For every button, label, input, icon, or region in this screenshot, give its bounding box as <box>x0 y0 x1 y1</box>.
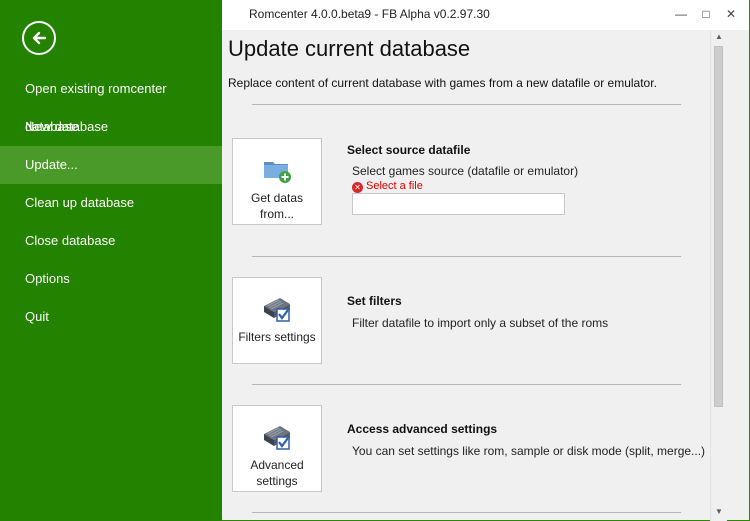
back-arrow-icon <box>32 31 47 45</box>
source-section-title: Select source datafile <box>347 143 471 157</box>
sidebar-item-close-database[interactable]: Close database <box>0 222 222 260</box>
sidebar-item-clean-up[interactable]: Clean up database <box>0 184 222 222</box>
filters-section-description: Filter datafile to import only a subset … <box>352 316 609 330</box>
maximize-button[interactable]: □ <box>695 4 717 24</box>
vertical-scrollbar[interactable]: ▲ ▼ <box>710 30 727 521</box>
advanced-section-description: You can set settings like rom, sample or… <box>352 444 706 458</box>
advanced-section-title: Access advanced settings <box>347 422 498 436</box>
advanced-settings-label: Advanced settings <box>250 458 304 488</box>
sidebar-item-quit[interactable]: Quit <box>0 298 222 336</box>
window-title: Romcenter 4.0.0.beta9 - FB Alpha v0.2.97… <box>249 7 490 21</box>
sidebar-item-open-database[interactable]: Open existing romcenter database <box>0 70 222 134</box>
sidebar-item-new-database[interactable]: New database <box>0 108 222 146</box>
source-section-description: Select games source (datafile or emulato… <box>352 164 579 178</box>
sidebar: Open existing romcenter database New dat… <box>0 0 222 521</box>
source-file-input[interactable] <box>352 193 565 215</box>
get-datas-button[interactable]: Get datas from... <box>232 138 322 225</box>
divider <box>252 256 681 257</box>
main-content: Update current database Replace content … <box>222 30 710 521</box>
sidebar-item-options[interactable]: Options <box>0 260 222 298</box>
advanced-settings-button[interactable]: Advanced settings <box>232 405 322 492</box>
error-icon: ✕ <box>352 182 363 193</box>
source-error-text: Select a file <box>366 180 423 192</box>
page-title: Update current database <box>228 36 471 61</box>
filters-section-title: Set filters <box>347 294 402 308</box>
drive-check-icon <box>264 426 290 450</box>
back-button[interactable] <box>22 21 56 55</box>
filters-settings-label: Filters settings <box>238 330 316 344</box>
drive-check-icon <box>264 298 290 322</box>
close-button[interactable]: ✕ <box>720 4 742 24</box>
sidebar-nav: Open existing romcenter database New dat… <box>0 70 222 336</box>
page-description: Replace content of current database with… <box>228 76 657 90</box>
source-error: ✕ Select a file <box>352 180 423 193</box>
get-datas-label: Get datas from... <box>250 191 304 221</box>
scroll-up-icon[interactable]: ▲ <box>711 30 727 44</box>
divider <box>252 104 681 105</box>
minimize-button[interactable]: — <box>670 4 692 24</box>
sidebar-item-update[interactable]: Update... <box>0 146 222 184</box>
divider <box>252 512 681 513</box>
folder-add-icon <box>264 162 291 183</box>
title-bar: Romcenter 4.0.0.beta9 - FB Alpha v0.2.97… <box>222 0 749 30</box>
divider <box>252 384 681 385</box>
scroll-thumb[interactable] <box>714 46 723 407</box>
scroll-down-icon[interactable]: ▼ <box>711 505 727 519</box>
filters-settings-button[interactable]: Filters settings <box>232 277 322 364</box>
